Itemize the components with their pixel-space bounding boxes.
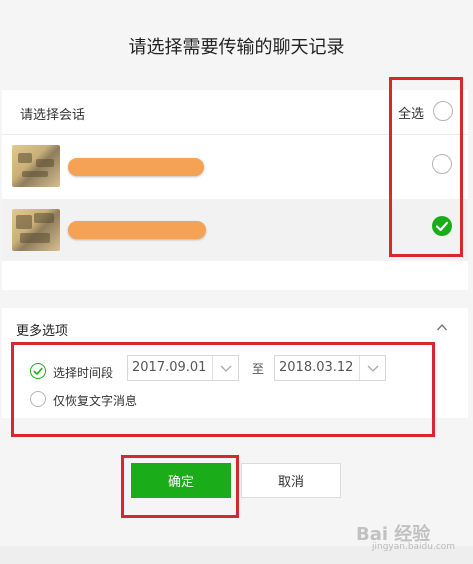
checkmark-icon <box>435 221 449 232</box>
text-only-label: 仅恢复文字消息 <box>53 394 138 408</box>
checkmark-icon <box>33 367 43 375</box>
session-checkbox-checked[interactable] <box>432 216 452 236</box>
redacted-session-name <box>68 158 204 176</box>
date-range-separator: 至 <box>252 362 265 376</box>
cancel-button[interactable]: 取消 <box>241 463 341 498</box>
redacted-session-name <box>68 221 206 239</box>
session-checkbox[interactable] <box>432 154 452 174</box>
confirm-button[interactable]: 确定 <box>131 463 231 498</box>
end-date-value: 2018.03.12 <box>279 360 354 375</box>
start-date-select[interactable]: 2017.09.01 <box>127 355 239 381</box>
select-all-checkbox[interactable] <box>433 101 453 121</box>
start-date-value: 2017.09.01 <box>132 360 207 375</box>
chevron-down-icon <box>220 365 232 372</box>
select-all-label: 全选 <box>398 107 425 122</box>
dropdown-toggle[interactable] <box>359 356 385 380</box>
session-header: 请选择会话 全选 <box>2 90 468 135</box>
avatar <box>12 209 60 251</box>
session-panel: 请选择会话 全选 <box>2 90 468 290</box>
chevron-down-icon <box>367 365 379 372</box>
end-date-select[interactable]: 2018.03.12 <box>274 355 386 381</box>
dialog-title: 请选择需要传输的聊天记录 <box>0 0 473 92</box>
chevron-up-icon[interactable] <box>436 322 448 332</box>
session-header-label: 请选择会话 <box>20 108 86 123</box>
more-options-panel: 更多选项 选择时间段 2017.09.01 至 2018.03.12 仅恢复文字… <box>2 308 468 418</box>
dropdown-toggle[interactable] <box>212 356 238 380</box>
session-row-selected[interactable] <box>2 199 468 261</box>
more-options-title: 更多选项 <box>16 324 69 339</box>
session-row[interactable] <box>2 135 468 197</box>
text-only-checkbox[interactable] <box>30 391 46 407</box>
time-range-checkbox[interactable] <box>30 363 46 379</box>
time-range-label: 选择时间段 <box>53 366 114 380</box>
watermark-url: jingyan.baidu.com <box>372 542 456 552</box>
avatar <box>12 145 60 187</box>
